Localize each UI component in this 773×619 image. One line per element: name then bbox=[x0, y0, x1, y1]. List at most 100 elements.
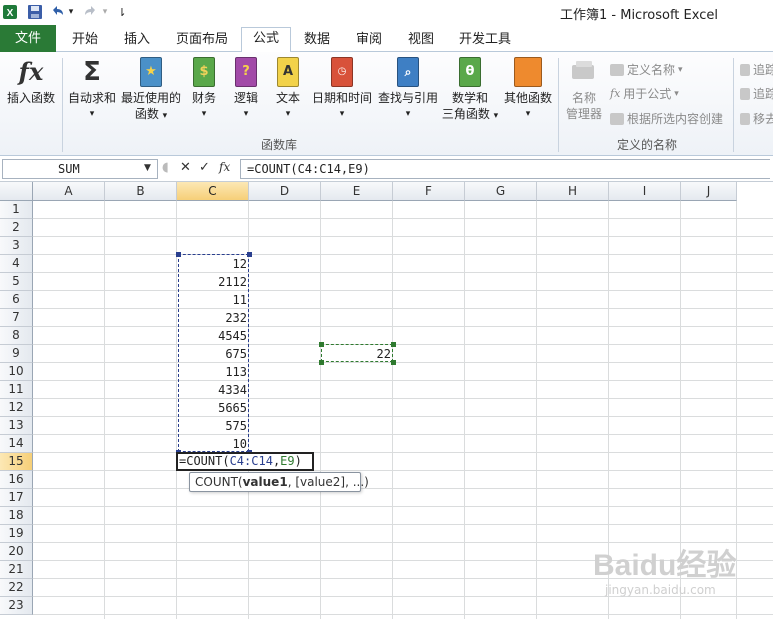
undo-icon[interactable] bbox=[48, 3, 66, 21]
range-resize-handle[interactable] bbox=[391, 360, 396, 365]
text-button[interactable]: A 文本 ▾ bbox=[270, 56, 306, 122]
autosum-button[interactable]: Σ 自动求和 ▾ bbox=[66, 56, 118, 122]
range-resize-handle[interactable] bbox=[391, 342, 396, 347]
logical-button[interactable]: ? 逻辑 ▾ bbox=[228, 56, 264, 122]
tab-developer[interactable]: 开发工具 bbox=[450, 29, 520, 52]
row-header-7[interactable]: 7 bbox=[0, 309, 33, 327]
row-header-5[interactable]: 5 bbox=[0, 273, 33, 291]
row-header-3[interactable]: 3 bbox=[0, 237, 33, 255]
row-header-11[interactable]: 11 bbox=[0, 381, 33, 399]
column-header-c[interactable]: C bbox=[177, 182, 249, 201]
tab-home[interactable]: 开始 bbox=[60, 29, 110, 52]
save-icon[interactable] bbox=[26, 3, 44, 21]
row-header-23[interactable]: 23 bbox=[0, 597, 33, 615]
column-header-f[interactable]: F bbox=[393, 182, 465, 201]
row-header-9[interactable]: 9 bbox=[0, 345, 33, 363]
function-tooltip[interactable]: COUNT(value1, [value2], ...) bbox=[189, 472, 369, 492]
more-functions-button[interactable]: 其他函数 ▾ bbox=[502, 56, 554, 122]
row-header-20[interactable]: 20 bbox=[0, 543, 33, 561]
range-resize-handle[interactable] bbox=[319, 360, 324, 365]
datetime-button[interactable]: ◷ 日期和时间 ▾ bbox=[310, 56, 374, 122]
select-all-corner[interactable] bbox=[0, 182, 33, 201]
customize-toolbar-icon[interactable]: ⇂ bbox=[116, 3, 128, 21]
autosum-dropdown[interactable]: ▾ bbox=[66, 106, 118, 122]
formula-input[interactable]: =COUNT(C4:C14,E9) bbox=[240, 159, 770, 179]
tab-data[interactable]: 数据 bbox=[292, 29, 342, 52]
row-header-22[interactable]: 22 bbox=[0, 579, 33, 597]
row-header-14[interactable]: 14 bbox=[0, 435, 33, 453]
row-header-1[interactable]: 1 bbox=[0, 201, 33, 219]
column-header-d[interactable]: D bbox=[249, 182, 321, 201]
row-header-21[interactable]: 21 bbox=[0, 561, 33, 579]
row-header-13[interactable]: 13 bbox=[0, 417, 33, 435]
row-header-8[interactable]: 8 bbox=[0, 327, 33, 345]
lookup-button[interactable]: ⌕ 查找与引用 ▾ bbox=[376, 56, 440, 122]
name-box-dropdown-icon[interactable]: ▼ bbox=[144, 163, 151, 173]
row-header-10[interactable]: 10 bbox=[0, 363, 33, 381]
insert-function-button[interactable]: fx 插入函数 bbox=[2, 56, 60, 106]
row-header-17[interactable]: 17 bbox=[0, 489, 33, 507]
formula-bar-handle-icon[interactable]: ◖ bbox=[162, 160, 169, 175]
tab-insert[interactable]: 插入 bbox=[112, 29, 162, 52]
range-resize-handle[interactable] bbox=[176, 252, 181, 257]
use-in-formula-dropdown[interactable]: ▾ bbox=[674, 89, 679, 99]
financial-button[interactable]: $ 财务 ▾ bbox=[186, 56, 222, 122]
create-from-selection-button[interactable]: 根据所选内容创建 bbox=[610, 110, 723, 127]
edit-range-ref: C4:C14 bbox=[229, 454, 273, 468]
autosum-label: 自动求和 bbox=[67, 91, 116, 105]
range-resize-handle[interactable] bbox=[319, 342, 324, 347]
math-book-icon: θ bbox=[455, 56, 485, 88]
remove-arrows-button[interactable]: 移去 bbox=[740, 110, 773, 127]
cell-c15-editor[interactable]: =COUNT(C4:C14,E9) bbox=[176, 452, 314, 471]
gridline-horizontal bbox=[33, 380, 773, 381]
recent-functions-button[interactable]: ★ 最近使用的 函数 ▾ bbox=[120, 56, 182, 124]
trace-precedents-button[interactable]: 追踪 bbox=[740, 61, 773, 78]
redo-icon[interactable] bbox=[82, 3, 100, 21]
define-name-dropdown[interactable]: ▾ bbox=[678, 65, 683, 75]
tab-file[interactable]: 文件 bbox=[0, 25, 56, 52]
financial-dropdown[interactable]: ▾ bbox=[186, 106, 222, 122]
math-trig-button[interactable]: θ 数学和 三角函数 ▾ bbox=[440, 56, 500, 124]
name-box[interactable]: SUM bbox=[2, 159, 158, 179]
row-header-18[interactable]: 18 bbox=[0, 507, 33, 525]
text-dropdown[interactable]: ▾ bbox=[270, 106, 306, 122]
datetime-dropdown[interactable]: ▾ bbox=[310, 106, 374, 122]
row-header-19[interactable]: 19 bbox=[0, 525, 33, 543]
undo-dropdown[interactable]: ▾ bbox=[66, 3, 76, 21]
name-manager-button[interactable]: 名称 管理器 bbox=[562, 56, 606, 122]
gridline-horizontal bbox=[33, 326, 773, 327]
column-header-a[interactable]: A bbox=[33, 182, 105, 201]
enter-icon[interactable]: ✓ bbox=[199, 160, 210, 175]
lookup-dropdown[interactable]: ▾ bbox=[376, 106, 440, 122]
edit-prefix: =COUNT( bbox=[179, 454, 230, 468]
cancel-icon[interactable]: ✕ bbox=[180, 160, 191, 175]
redo-dropdown[interactable]: ▾ bbox=[100, 3, 110, 21]
row-header-2[interactable]: 2 bbox=[0, 219, 33, 237]
range-resize-handle[interactable] bbox=[247, 252, 252, 257]
row-header-16[interactable]: 16 bbox=[0, 471, 33, 489]
trace-dependents-button[interactable]: 追踪 bbox=[740, 85, 773, 102]
more-functions-dropdown[interactable]: ▾ bbox=[502, 106, 554, 122]
gridline-vertical bbox=[104, 201, 105, 619]
row-header-12[interactable]: 12 bbox=[0, 399, 33, 417]
row-header-4[interactable]: 4 bbox=[0, 255, 33, 273]
tab-page-layout[interactable]: 页面布局 bbox=[166, 29, 238, 52]
ribbon: fx 插入函数 Σ 自动求和 ▾ ★ 最近使用的 函数 ▾ $ 财务 ▾ ? 逻… bbox=[0, 52, 773, 156]
column-header-h[interactable]: H bbox=[537, 182, 609, 201]
row-header-15[interactable]: 15 bbox=[0, 453, 33, 471]
column-header-g[interactable]: G bbox=[465, 182, 537, 201]
column-header-e[interactable]: E bbox=[321, 182, 393, 201]
tab-formulas[interactable]: 公式 bbox=[241, 27, 291, 53]
formula-bar: SUM ▼ ◖ ✕ ✓ fx =COUNT(C4:C14,E9) bbox=[0, 156, 773, 182]
define-name-button[interactable]: 定义名称 ▾ bbox=[610, 61, 683, 78]
logical-dropdown[interactable]: ▾ bbox=[228, 106, 264, 122]
row-header-6[interactable]: 6 bbox=[0, 291, 33, 309]
column-header-i[interactable]: I bbox=[609, 182, 681, 201]
use-in-formula-button[interactable]: fx 用于公式 ▾ bbox=[610, 85, 679, 102]
column-header-b[interactable]: B bbox=[105, 182, 177, 201]
fx-small-icon: fx bbox=[610, 87, 621, 100]
column-header-j[interactable]: J bbox=[681, 182, 737, 201]
tab-review[interactable]: 审阅 bbox=[344, 29, 394, 52]
insert-function-icon[interactable]: fx bbox=[219, 160, 230, 174]
tab-view[interactable]: 视图 bbox=[396, 29, 446, 52]
